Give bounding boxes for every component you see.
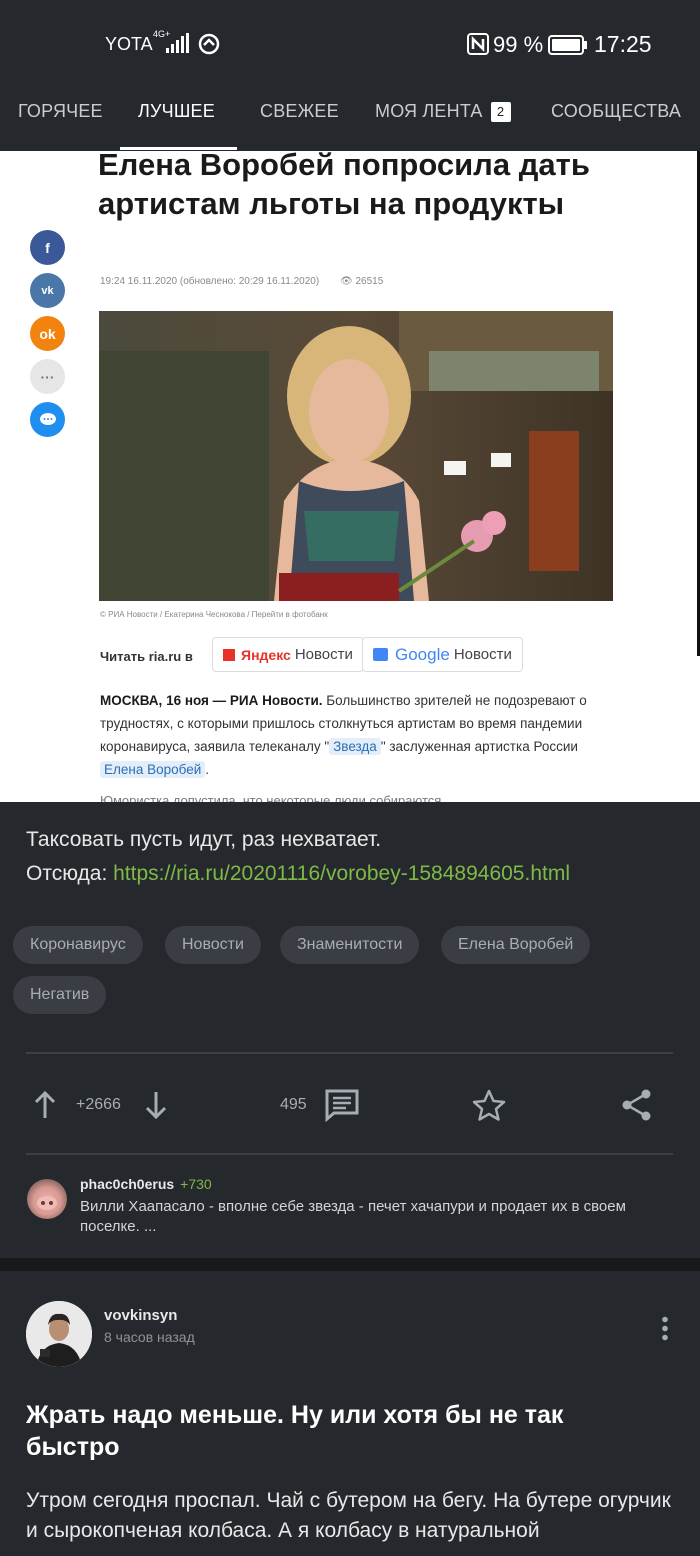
share-column: f vk ok ··· [30, 230, 65, 445]
article-cut-text: Юмористка допустила, что некоторые люди … [100, 793, 453, 802]
article-date: 19:24 16.11.2020 (обновлено: 20:29 16.11… [100, 276, 320, 287]
post-actions: +2666 495 [0, 1080, 700, 1130]
google-news-icon [373, 648, 388, 661]
yandex-brand: Яндекс [241, 646, 291, 663]
divider [26, 1052, 673, 1054]
tab-communities[interactable]: СООБЩЕСТВА [551, 101, 681, 122]
tag-news[interactable]: Новости [165, 926, 261, 964]
avatar[interactable] [27, 1179, 67, 1219]
active-tab-indicator [120, 147, 237, 150]
more-vertical-icon[interactable] [661, 1316, 669, 1347]
tag-negative[interactable]: Негатив [13, 976, 107, 1014]
upvote-icon[interactable] [33, 1090, 57, 1125]
more-icon: ··· [30, 359, 65, 394]
status-bar: YOTA 4G+ 99 % 17:25 [0, 0, 700, 88]
tab-my-feed-badge: 2 [490, 102, 511, 122]
tag-celebrities[interactable]: Знаменитости [280, 926, 420, 964]
tab-best[interactable]: ЛУЧШЕЕ [138, 101, 215, 122]
tag-elena-vorobey[interactable]: Елена Воробей [441, 926, 591, 964]
post-source-line: Отсюда: https://ria.ru/20201116/vorobey-… [26, 857, 570, 891]
yandex-icon [223, 648, 235, 661]
avatar[interactable] [26, 1301, 92, 1367]
signal-icon [166, 33, 190, 58]
post-text: Утром сегодня проспал. Чай с бутером на … [26, 1489, 671, 1542]
facebook-icon: f [30, 230, 65, 265]
lead-text-2: " заслуженная артистка России [380, 739, 578, 754]
eye-icon: 👁 [340, 276, 356, 287]
post-source-link[interactable]: https://ria.ru/20201116/vorobey-15848946… [113, 862, 570, 885]
top-tabs: ГОРЯЧЕЕ ЛУЧШЕЕ СВЕЖЕЕ МОЯ ЛЕНТА 2 СООБЩЕС… [0, 88, 700, 151]
battery-icon [548, 35, 588, 60]
post-separator [0, 1258, 700, 1271]
comment-text: Вилли Хаапасало - вполне себе звезда - п… [80, 1198, 626, 1235]
post-title[interactable]: Жрать надо меньше. Ну или хотя бы не так… [26, 1399, 646, 1463]
tag-coronavirus[interactable]: Коронавирус [13, 926, 143, 964]
google-news-button[interactable]: Google Новости [362, 637, 523, 672]
article-views-count: 26515 [355, 276, 384, 287]
lead-text-3: . [205, 762, 210, 777]
post-rating: +2666 [76, 1096, 121, 1113]
lead-dateline: МОСКВА, 16 ноя — РИА Новости. [100, 693, 323, 708]
article-views: 👁 26515 [340, 276, 383, 287]
next-post: vovkinsyn 8 часов назад Жрать надо меньш… [0, 1271, 700, 1556]
vk-icon: vk [30, 273, 65, 308]
post-source-label: Отсюда: [26, 862, 108, 885]
tab-my-feed-label: МОЯ ЛЕНТА [375, 101, 483, 121]
comments-count: 495 [280, 1096, 307, 1113]
yandex-news-button[interactable]: Яндекс Новости [212, 637, 364, 672]
post-body: Таксовать пусть идут, раз нехватает. Отс… [26, 823, 570, 891]
post-text-line: Таксовать пусть идут, раз нехватает. [26, 828, 382, 851]
divider [26, 1153, 673, 1155]
comment-author-name: phac0ch0erus [80, 1176, 175, 1192]
google-news-label: Новости [453, 646, 512, 663]
article-photo [99, 311, 613, 601]
share-icon[interactable] [620, 1088, 654, 1127]
post-image-article-screenshot[interactable]: Елена Воробей попросила дать артистам ль… [0, 151, 700, 802]
tab-fresh[interactable]: СВЕЖЕЕ [260, 101, 339, 122]
yandex-news-label: Новости [294, 646, 353, 663]
messenger-icon [30, 402, 65, 437]
battery-percent: 99 % [493, 32, 544, 57]
sync-icon [198, 33, 220, 60]
lead-link-zvezda[interactable]: Звезда [329, 738, 381, 755]
read-on-label: Читать ria.ru в [100, 649, 193, 664]
carrier-label: YOTA [105, 34, 153, 54]
article-lead: МОСКВА, 16 ноя — РИА Новости. Большинств… [100, 689, 620, 781]
article-title: Елена Воробей попросила дать артистам ль… [98, 151, 590, 221]
post-time: 8 часов назад [104, 1329, 195, 1345]
tab-hot[interactable]: ГОРЯЧЕЕ [18, 101, 103, 122]
comment-author-rating: +730 [180, 1176, 212, 1192]
comments-icon[interactable] [324, 1088, 360, 1127]
downvote-icon[interactable] [144, 1090, 168, 1125]
post-author[interactable]: vovkinsyn [104, 1307, 177, 1324]
google-brand: Google [395, 644, 450, 664]
nfc-icon [467, 33, 489, 60]
odnoklassniki-icon: ok [30, 316, 65, 351]
comment-author[interactable]: phac0ch0erus +730 [80, 1176, 212, 1192]
clock: 17:25 [594, 31, 652, 57]
lead-link-vorobey[interactable]: Елена Воробей [100, 761, 206, 778]
photo-caption: © РИА Новости / Екатерина Чеснокова / Пе… [100, 610, 328, 619]
tab-my-feed[interactable]: МОЯ ЛЕНТА 2 [375, 101, 511, 122]
favorite-star-icon[interactable] [471, 1088, 507, 1127]
